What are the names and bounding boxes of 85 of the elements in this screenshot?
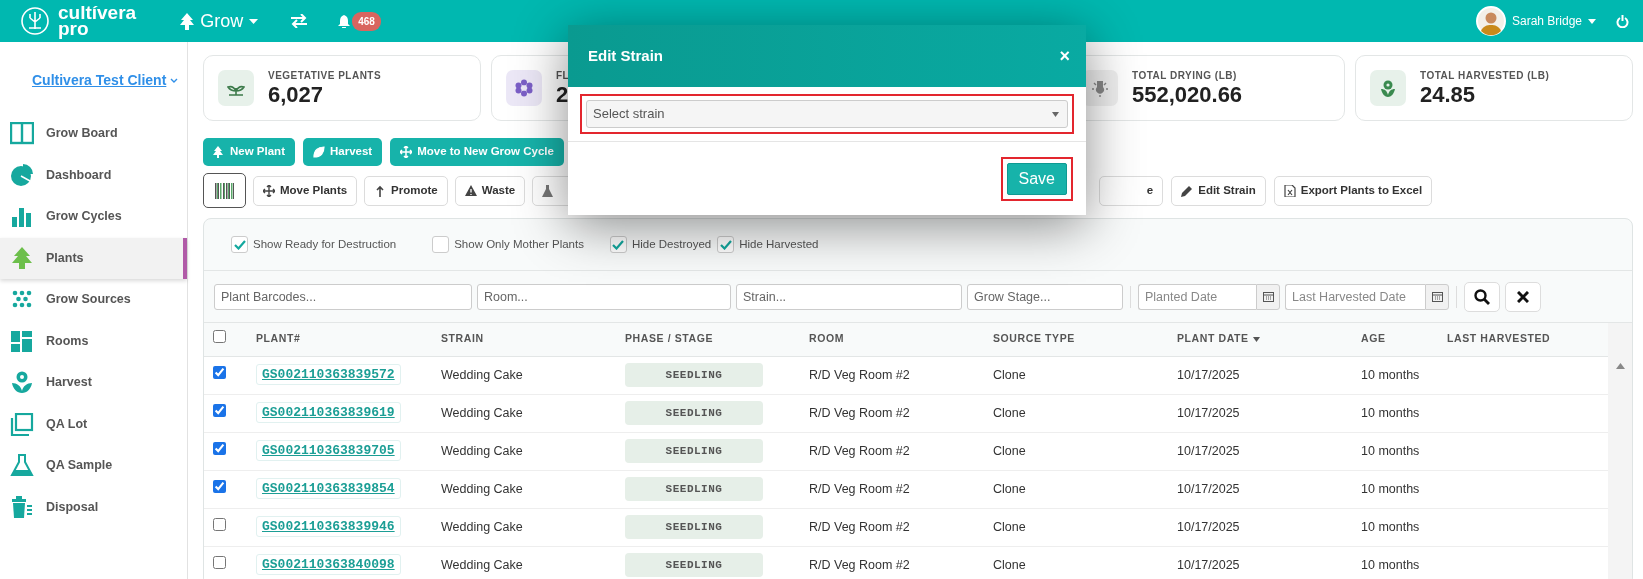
table-cell: Clone <box>993 443 1026 458</box>
column-header: PLANT# <box>256 331 301 347</box>
sidebar-item[interactable]: QA Sample <box>0 445 187 487</box>
sidebar-item[interactable]: Grow Sources <box>0 279 187 321</box>
filter-input[interactable]: Room... <box>477 283 731 310</box>
toolbar-button[interactable]: Edit Strain <box>1171 175 1266 206</box>
table-cell: 10/17/2025 <box>1177 481 1240 496</box>
table-cell: R/D Veg Room #2 <box>809 443 910 458</box>
notifications-button[interactable]: 468 <box>338 11 381 31</box>
table-cell: 10 months <box>1361 519 1420 534</box>
dialog-title: Edit Strain <box>588 45 663 66</box>
table-cell: 10 months <box>1361 443 1420 458</box>
table-cell: Wedding Cake <box>441 367 523 382</box>
stage-badge: SEEDLING <box>625 514 763 540</box>
stage-badge: SEEDLING <box>625 438 763 464</box>
date-input[interactable]: Last Harvested Date <box>1285 283 1425 310</box>
date-input[interactable]: Planted Date <box>1138 283 1256 310</box>
sidebar-item[interactable]: Rooms <box>0 320 187 362</box>
table-cell: Wedding Cake <box>441 481 523 496</box>
table-cell: R/D Veg Room #2 <box>809 405 910 420</box>
table-cell: Wedding Cake <box>441 405 523 420</box>
column-header: AGE <box>1361 331 1386 347</box>
sidebar-item[interactable]: Grow Board <box>0 113 187 155</box>
stat-value: 24.85 <box>1420 83 1477 108</box>
table-cell: Wedding Cake <box>441 519 523 534</box>
stat-value: 552,020.66 <box>1132 83 1243 108</box>
stage-badge: SEEDLING <box>625 400 763 426</box>
stat-value: 2 <box>556 83 570 108</box>
stat-label: TOTAL DRYING (LB) <box>1132 69 1238 84</box>
table-cell: 10 months <box>1361 481 1420 496</box>
checkbox-label: Show Only Mother Plants <box>454 236 584 252</box>
table-cell: 10/17/2025 <box>1177 405 1240 420</box>
table-cell: Clone <box>993 519 1026 534</box>
column-header: LAST HARVESTED <box>1447 331 1551 347</box>
sidebar-item[interactable]: Dashboard <box>0 154 187 196</box>
sidebar-item[interactable]: Plants <box>0 237 187 279</box>
toolbar-button[interactable]: e <box>1099 175 1164 206</box>
stat-value: 6,027 <box>268 83 325 108</box>
table-cell: 10/17/2025 <box>1177 519 1240 534</box>
toolbar-button[interactable]: Waste <box>454 175 526 206</box>
brand-name: cultívera <box>58 5 137 21</box>
table-cell: 10/17/2025 <box>1177 557 1240 572</box>
sidebar-item[interactable]: Grow Cycles <box>0 196 187 238</box>
column-header: ROOM <box>809 331 845 347</box>
table-cell: Clone <box>993 367 1026 382</box>
table-cell: Wedding Cake <box>441 557 523 572</box>
filter-input[interactable]: Grow Stage... <box>967 283 1123 310</box>
stage-badge: SEEDLING <box>625 362 763 388</box>
user-name: Sarah Bridge <box>1511 13 1582 30</box>
checkbox-label: Hide Harvested <box>739 236 819 252</box>
filter-input[interactable]: Plant Barcodes... <box>214 283 472 310</box>
stat-label: TOTAL HARVESTED (LB) <box>1420 69 1550 84</box>
table-cell: 10 months <box>1361 405 1420 420</box>
column-header: PHASE / STAGE <box>625 331 714 347</box>
column-header: SOURCE TYPE <box>993 331 1075 347</box>
toolbar-button[interactable]: Promote <box>364 175 448 206</box>
table-cell: Wedding Cake <box>441 443 523 458</box>
toolbar-button[interactable]: Export Plants to Excel <box>1273 175 1433 206</box>
sidebar-item[interactable]: Harvest <box>0 362 187 404</box>
select-placeholder: Select strain <box>593 105 665 124</box>
stat-label: VEGETATIVE PLANTS <box>268 69 382 84</box>
checkbox-label: Show Ready for Destruction <box>253 236 397 252</box>
notification-count: 468 <box>352 11 381 31</box>
table-cell: R/D Veg Room #2 <box>809 557 910 572</box>
stage-badge: SEEDLING <box>625 476 763 502</box>
table-cell: 10/17/2025 <box>1177 443 1240 458</box>
table-cell: 10/17/2025 <box>1177 367 1240 382</box>
table-cell: R/D Veg Room #2 <box>809 367 910 382</box>
sidebar-item[interactable]: QA Lot <box>0 403 187 445</box>
column-header: STRAIN <box>441 331 484 347</box>
brand-tagline: pro <box>58 21 89 37</box>
table-cell: R/D Veg Room #2 <box>809 481 910 496</box>
table-cell: 10 months <box>1361 557 1420 572</box>
table-cell: 10 months <box>1361 367 1420 382</box>
filter-input[interactable]: Strain... <box>736 283 962 310</box>
toolbar-button[interactable]: Move Plants <box>253 175 358 206</box>
table-cell: Clone <box>993 405 1026 420</box>
table-cell: Clone <box>993 481 1026 496</box>
table-cell: Clone <box>993 557 1026 572</box>
stage-badge: SEEDLING <box>625 552 763 578</box>
sidebar-item[interactable]: Disposal <box>0 486 187 528</box>
stat-label: FL <box>556 69 570 84</box>
checkbox-label: Hide Destroyed <box>631 236 712 252</box>
strain-select[interactable]: Select strain <box>586 100 1068 128</box>
table-cell: R/D Veg Room #2 <box>809 519 910 534</box>
